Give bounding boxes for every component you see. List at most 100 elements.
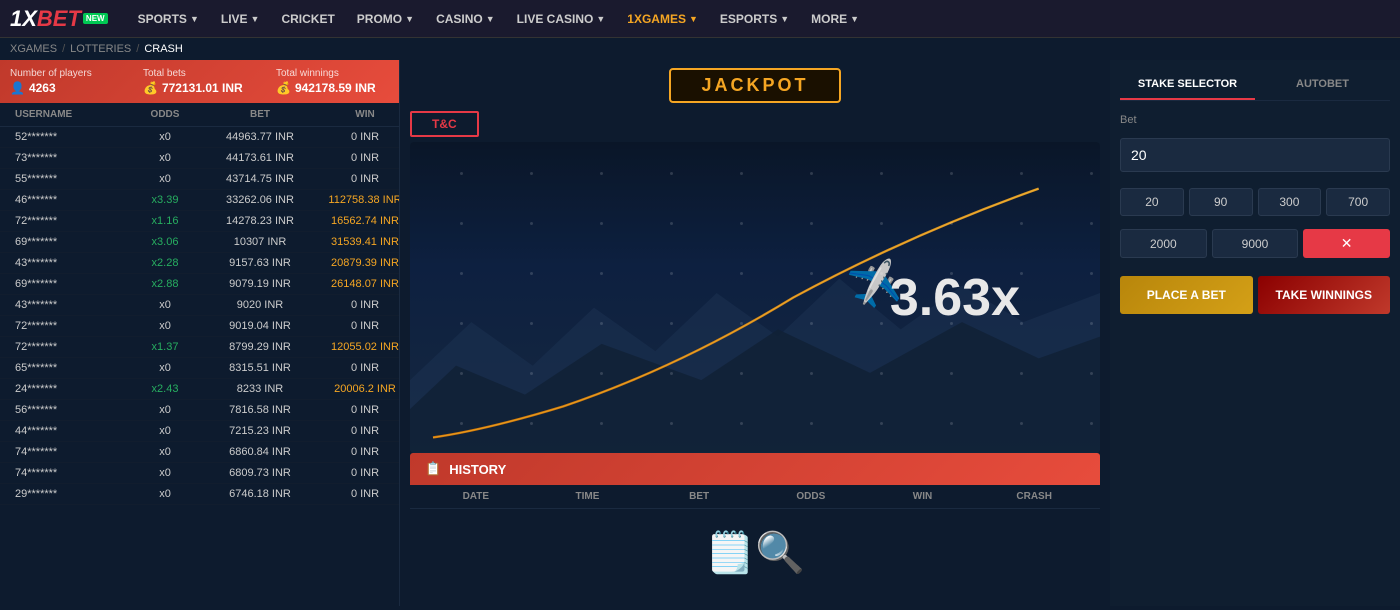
tc-button[interactable]: T&C bbox=[410, 111, 479, 137]
grid-dot bbox=[530, 272, 533, 275]
cell-username: 55******* bbox=[5, 173, 135, 185]
clear-bet-button[interactable]: ✕ bbox=[1303, 229, 1390, 258]
logo[interactable]: 1XBET NEW bbox=[10, 6, 108, 32]
nav-1xgames[interactable]: 1XGAMES ▼ bbox=[617, 0, 708, 38]
cell-odds: x2.28 bbox=[135, 257, 195, 269]
place-bet-button[interactable]: PLACE A BET bbox=[1120, 276, 1253, 314]
cell-bet: 6809.73 INR bbox=[195, 467, 325, 479]
grid-dot bbox=[460, 422, 463, 425]
table-row: 69******* x3.06 10307 INR 31539.41 INR bbox=[0, 232, 399, 253]
cell-username: 44******* bbox=[5, 425, 135, 437]
nav-live[interactable]: LIVE ▼ bbox=[211, 0, 270, 38]
cell-odds: x0 bbox=[135, 404, 195, 416]
cell-username: 72******* bbox=[5, 341, 135, 353]
breadcrumb-lotteries[interactable]: LOTTERIES bbox=[70, 43, 131, 55]
quick-bet-2000[interactable]: 2000 bbox=[1120, 229, 1207, 258]
grid-dot bbox=[460, 222, 463, 225]
nav-esports[interactable]: ESPORTS ▼ bbox=[710, 0, 799, 38]
grid-dot bbox=[530, 422, 533, 425]
grid-dot bbox=[880, 322, 883, 325]
nav-sports[interactable]: SPORTS ▼ bbox=[128, 0, 209, 38]
table-row: 55******* x0 43714.75 INR 0 INR bbox=[0, 169, 399, 190]
cell-username: 46******* bbox=[5, 194, 135, 206]
grid-dot bbox=[530, 372, 533, 375]
stat-bets-label: Total bets bbox=[143, 68, 256, 79]
bet-input[interactable] bbox=[1120, 138, 1390, 172]
quick-bet-9000[interactable]: 9000 bbox=[1212, 229, 1299, 258]
stat-players-value: 👤 4263 bbox=[10, 81, 123, 95]
cell-odds: x0 bbox=[135, 425, 195, 437]
chevron-down-icon: ▼ bbox=[251, 14, 260, 24]
grid-dot bbox=[880, 222, 883, 225]
history-panel: 📋 HISTORY DATE TIME BET ODDS WIN CRASH 🗒… bbox=[400, 453, 1110, 606]
grid-dot bbox=[740, 322, 743, 325]
cell-bet: 44173.61 INR bbox=[195, 152, 325, 164]
cell-win: 0 INR bbox=[325, 446, 400, 458]
history-empty: 🗒️🔍 bbox=[410, 509, 1100, 601]
grid-dot bbox=[1090, 222, 1093, 225]
bets-stats: Number of players 👤 4263 Total bets 💰 77… bbox=[0, 60, 399, 103]
cell-username: 74******* bbox=[5, 446, 135, 458]
cell-win: 20879.39 INR bbox=[325, 257, 400, 269]
take-winnings-button[interactable]: TAKE WINNINGS bbox=[1258, 276, 1391, 314]
quick-bet-300[interactable]: 300 bbox=[1258, 188, 1322, 216]
grid-dot bbox=[670, 422, 673, 425]
grid-dot bbox=[810, 222, 813, 225]
grid-dot bbox=[460, 372, 463, 375]
tc-bar: T&C bbox=[400, 111, 1110, 142]
stat-winnings-label: Total winnings bbox=[276, 68, 389, 79]
nav-cricket[interactable]: CRICKET bbox=[271, 0, 344, 38]
chevron-down-icon: ▼ bbox=[689, 14, 698, 24]
cell-odds: x0 bbox=[135, 446, 195, 458]
cell-username: 69******* bbox=[5, 236, 135, 248]
cell-bet: 9019.04 INR bbox=[195, 320, 325, 332]
tab-stake-selector[interactable]: STAKE SELECTOR bbox=[1120, 70, 1255, 100]
quick-bet-20[interactable]: 20 bbox=[1120, 188, 1184, 216]
col-time: TIME bbox=[532, 491, 644, 502]
grid-dot bbox=[600, 172, 603, 175]
cell-bet: 44963.77 INR bbox=[195, 131, 325, 143]
table-row: 73******* x0 44173.61 INR 0 INR bbox=[0, 148, 399, 169]
stat-players: Number of players 👤 4263 bbox=[10, 68, 123, 95]
nav-casino[interactable]: CASINO ▼ bbox=[426, 0, 505, 38]
cell-win: 112758.38 INR bbox=[325, 194, 400, 206]
grid-dot bbox=[740, 172, 743, 175]
grid-dot bbox=[950, 272, 953, 275]
table-row: 46******* x3.39 33262.06 INR 112758.38 I… bbox=[0, 190, 399, 211]
stat-winnings-value: 💰 942178.59 INR bbox=[276, 81, 389, 95]
table-row: 65******* x0 8315.51 INR 0 INR bbox=[0, 358, 399, 379]
cell-win: 0 INR bbox=[325, 173, 400, 185]
players-icon: 👤 bbox=[10, 81, 25, 95]
quick-bet-700[interactable]: 700 bbox=[1326, 188, 1390, 216]
cell-odds: x2.43 bbox=[135, 383, 195, 395]
cell-odds: x1.16 bbox=[135, 215, 195, 227]
nav-live-casino[interactable]: LIVE CASINO ▼ bbox=[507, 0, 616, 38]
cell-bet: 43714.75 INR bbox=[195, 173, 325, 185]
new-badge: NEW bbox=[83, 13, 108, 24]
grid-dot bbox=[1020, 372, 1023, 375]
grid-dot bbox=[460, 272, 463, 275]
cell-username: 73******* bbox=[5, 152, 135, 164]
breadcrumb: XGAMES / LOTTERIES / CRASH bbox=[0, 38, 1400, 60]
chevron-down-icon: ▼ bbox=[486, 14, 495, 24]
grid-dot bbox=[880, 272, 883, 275]
col-odds: ODDS bbox=[135, 109, 195, 120]
cell-win: 12055.02 INR bbox=[325, 341, 400, 353]
grid-dot bbox=[1020, 222, 1023, 225]
grid-dot bbox=[950, 422, 953, 425]
grid-dot bbox=[600, 222, 603, 225]
right-panel: STAKE SELECTOR AUTOBET Bet 20 90 300 700… bbox=[1110, 60, 1400, 606]
cell-bet: 6746.18 INR bbox=[195, 488, 325, 500]
nav-promo[interactable]: PROMO ▼ bbox=[347, 0, 424, 38]
grid-dot bbox=[810, 272, 813, 275]
breadcrumb-xgames[interactable]: XGAMES bbox=[10, 43, 57, 55]
grid-dot bbox=[460, 322, 463, 325]
tab-autobet[interactable]: AUTOBET bbox=[1255, 70, 1390, 100]
table-row: 72******* x1.37 8799.29 INR 12055.02 INR bbox=[0, 337, 399, 358]
col-bet-h: BET bbox=[643, 491, 755, 502]
cell-win: 26148.07 INR bbox=[325, 278, 400, 290]
nav-more[interactable]: MORE ▼ bbox=[801, 0, 869, 38]
cell-win: 0 INR bbox=[325, 488, 400, 500]
history-header: 📋 HISTORY bbox=[410, 453, 1100, 485]
quick-bet-90[interactable]: 90 bbox=[1189, 188, 1253, 216]
